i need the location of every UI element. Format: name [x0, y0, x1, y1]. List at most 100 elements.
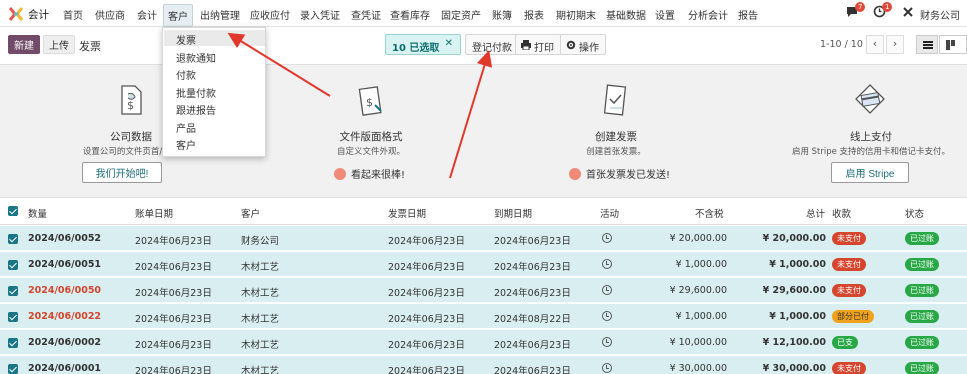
menu-item-batch-payments[interactable]: 批量付款: [176, 85, 216, 100]
nav-report[interactable]: 报告: [738, 7, 758, 22]
print-button[interactable]: 打印: [515, 34, 561, 55]
activity-clock-icon[interactable]: [602, 311, 612, 321]
column-total[interactable]: 总计: [806, 206, 825, 220]
invoice-check-icon: [603, 84, 627, 116]
nav-accounting[interactable]: 会计: [137, 7, 157, 22]
chevron-right-icon[interactable]: ›: [886, 35, 904, 54]
row-due-date: 2024年06月23日: [494, 262, 571, 273]
action-label: 操作: [579, 43, 599, 54]
new-button[interactable]: 新建: [8, 35, 40, 54]
debug-tools-icon[interactable]: [902, 6, 914, 21]
nav-base-data[interactable]: 基础数据: [606, 7, 646, 22]
row-untaxed: ¥ 30,000.00: [669, 363, 727, 374]
menu-item-products[interactable]: 产品: [176, 120, 196, 135]
table-row[interactable]: 2024/06/0002 2024年06月23日 木材工艺 2024年06月23日 20…: [0, 330, 967, 355]
chevron-left-icon[interactable]: ‹: [866, 35, 884, 54]
menu-item-followup-reports[interactable]: 跟进报告: [176, 102, 216, 117]
step-description: 启用 Stripe 支持的信用卡和借记卡支付。: [791, 147, 951, 157]
chat-button[interactable]: 7: [846, 2, 866, 21]
nav-home[interactable]: 首页: [63, 7, 83, 22]
step-title: 线上支付: [850, 131, 892, 143]
row-checkbox[interactable]: [8, 260, 18, 270]
print-label: 打印: [534, 43, 554, 54]
row-checkbox[interactable]: [8, 338, 18, 348]
row-checkbox[interactable]: [8, 364, 18, 374]
row-customer: 木材工艺: [241, 314, 280, 325]
select-all-checkbox[interactable]: [8, 206, 18, 216]
nav-enter-voucher[interactable]: 录入凭证: [300, 7, 340, 22]
menu-item-customers[interactable]: 客户: [176, 137, 196, 152]
nav-fixed-assets[interactable]: 固定资产: [441, 7, 481, 22]
table-row[interactable]: 2024/06/0022 2024年06月23日 木材工艺 2024年06月23日 20…: [0, 304, 967, 329]
column-due-date[interactable]: 到期日期: [494, 206, 532, 220]
column-invoice-date[interactable]: 发票日期: [388, 206, 426, 220]
table-row[interactable]: 2024/06/0051 2024年06月23日 木材工艺 2024年06月23日 20…: [0, 252, 967, 277]
menu-item-invoices[interactable]: 发票: [176, 32, 196, 47]
gear-icon: [566, 40, 576, 50]
activity-clock-icon[interactable]: [602, 259, 612, 269]
row-due-date: 2024年06月23日: [494, 236, 571, 247]
menu-item-credit-notes[interactable]: 退款通知: [176, 50, 216, 65]
row-customer: 木材工艺: [241, 340, 280, 351]
column-payment[interactable]: 收款: [832, 206, 851, 220]
nav-cashier[interactable]: 出纳管理: [200, 7, 240, 22]
nav-ledger[interactable]: 账簿: [492, 7, 512, 22]
status-badge: 已过账: [905, 284, 939, 297]
nav-analytic[interactable]: 分析会计: [688, 7, 728, 22]
pager-value[interactable]: 1-10 / 10: [820, 39, 863, 50]
nav-customers[interactable]: 客户: [163, 4, 193, 27]
row-due-date: 2024年08月22日: [494, 314, 571, 325]
activity-clock-icon[interactable]: [602, 337, 612, 347]
row-total: ¥ 1,000.00: [769, 259, 826, 270]
app-logo-icon[interactable]: [9, 7, 23, 21]
table-row[interactable]: 2024/06/0050 2024年06月23日 木材工艺 2024年06月23日 20…: [0, 278, 967, 303]
table-row[interactable]: 2024/06/0052 2024年06月23日 财务公司 2024年06月23日 20…: [0, 226, 967, 251]
row-number: 2024/06/0050: [28, 285, 102, 296]
activity-clock-icon[interactable]: [602, 363, 612, 373]
app-name[interactable]: 会计: [28, 7, 49, 22]
column-customer[interactable]: 客户: [241, 206, 260, 220]
nav-vendors[interactable]: 供应商: [95, 7, 125, 22]
nav-settings[interactable]: 设置: [655, 7, 675, 22]
table-row[interactable]: 2024/06/0001 2024年06月23日 木材工艺 2024年06月23日 20…: [0, 356, 967, 374]
column-number[interactable]: 数量: [28, 206, 47, 220]
column-status[interactable]: 状态: [905, 206, 924, 220]
row-invoice-date: 2024年06月23日: [388, 366, 465, 374]
activity-button[interactable]: 1: [873, 2, 893, 21]
nav-query-voucher[interactable]: 查凭证: [351, 7, 381, 22]
nav-reports[interactable]: 报表: [524, 7, 544, 22]
row-checkbox[interactable]: [8, 286, 18, 296]
selected-count: 10 已选取: [392, 43, 440, 54]
menu-item-payments[interactable]: 付款: [176, 67, 196, 82]
status-badge: 已过账: [905, 232, 939, 245]
lets-start-button[interactable]: 我们开始吧!: [82, 162, 162, 183]
credit-card-icon: [855, 84, 885, 114]
row-checkbox[interactable]: [8, 234, 18, 244]
row-invoice-date: 2024年06月23日: [388, 236, 465, 247]
selection-indicator: 10 已选取 ✕: [385, 34, 461, 55]
upload-button[interactable]: 上传: [43, 35, 75, 54]
document-settings-icon: $: [121, 85, 142, 115]
action-button[interactable]: 操作: [560, 34, 606, 55]
company-switcher[interactable]: 财务公司: [920, 7, 960, 22]
column-activity[interactable]: 活动: [600, 206, 619, 220]
row-checkbox[interactable]: [8, 312, 18, 322]
row-number: 2024/06/0002: [28, 337, 102, 348]
payment-status-badge: 部分已付: [832, 310, 874, 323]
activity-clock-icon[interactable]: [602, 285, 612, 295]
activity-clock-icon[interactable]: [602, 233, 612, 243]
column-untaxed[interactable]: 不含税: [695, 206, 724, 220]
nav-period[interactable]: 期初期末: [556, 7, 596, 22]
row-invoice-date: 2024年06月23日: [388, 288, 465, 299]
clear-selection-icon[interactable]: ✕: [445, 38, 453, 49]
column-bill-date[interactable]: 账单日期: [135, 206, 173, 220]
nav-inventory[interactable]: 查看库存: [390, 7, 430, 22]
register-payment-button[interactable]: 登记付款: [465, 34, 519, 55]
nav-receivable-payable[interactable]: 应收应付: [250, 7, 290, 22]
kanban-view-icon[interactable]: [939, 35, 967, 54]
enable-stripe-button[interactable]: 启用 Stripe: [831, 162, 909, 183]
row-customer: 财务公司: [241, 236, 280, 247]
list-view-icon[interactable]: [916, 35, 938, 54]
row-untaxed: ¥ 20,000.00: [669, 233, 727, 244]
row-total: ¥ 12,100.00: [762, 337, 826, 348]
